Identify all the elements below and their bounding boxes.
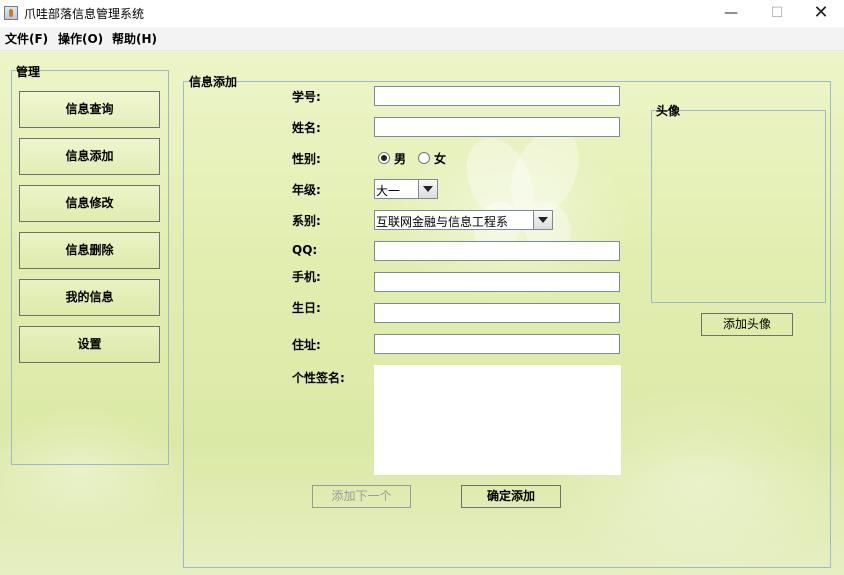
sidebar-item-query[interactable]: 信息查询 [19, 91, 160, 128]
phone-label: 手机: [292, 270, 321, 284]
sidebar-item-settings[interactable]: 设置 [19, 326, 160, 363]
form-title: 信息添加 [189, 75, 238, 89]
grade-label: 年级: [292, 183, 321, 197]
address-input[interactable] [374, 334, 620, 354]
department-select[interactable]: 互联网金融与信息工程系 [374, 210, 553, 230]
menu-help[interactable]: 帮助(H) [112, 30, 157, 47]
java-cup-icon [4, 6, 18, 20]
birthday-label: 生日: [292, 301, 321, 315]
gender-label: 性别: [292, 152, 321, 166]
sidebar-item-modify[interactable]: 信息修改 [19, 185, 160, 222]
menu-bar: 文件(F) 操作(O) 帮助(H) [0, 27, 844, 51]
signature-textarea[interactable] [374, 365, 621, 475]
student-id-input[interactable] [374, 86, 620, 106]
sidebar-title: 管理 [16, 65, 41, 79]
sidebar-item-delete[interactable]: 信息删除 [19, 232, 160, 269]
avatar-title: 头像 [656, 104, 681, 118]
avatar-panel [651, 110, 826, 303]
maximize-button[interactable]: ☐ [754, 0, 800, 27]
qq-input[interactable] [374, 241, 620, 261]
menu-file[interactable]: 文件(F) [5, 30, 48, 47]
sidebar-item-add[interactable]: 信息添加 [19, 138, 160, 175]
minimize-button[interactable]: — [708, 0, 754, 27]
grade-select[interactable]: 大一 [374, 179, 438, 199]
gender-male-radio[interactable] [378, 152, 390, 164]
gender-female-label: 女 [434, 152, 447, 166]
chevron-down-icon[interactable] [418, 180, 437, 198]
birthday-input[interactable] [374, 303, 620, 323]
name-input[interactable] [374, 117, 620, 137]
menu-operate[interactable]: 操作(O) [58, 30, 103, 47]
confirm-add-button[interactable]: 确定添加 [461, 485, 561, 508]
chevron-down-icon[interactable] [533, 211, 552, 229]
grade-selected-value: 大一 [376, 184, 401, 198]
name-label: 姓名: [292, 121, 321, 135]
add-next-button[interactable]: 添加下一个 [312, 485, 411, 508]
window-title: 爪哇部落信息管理系统 [24, 7, 145, 21]
department-selected-value: 互联网金融与信息工程系 [376, 215, 509, 229]
address-label: 住址: [292, 338, 321, 352]
content-area: 管理 信息查询 信息添加 信息修改 信息删除 我的信息 设置 信息添加 学号: … [0, 51, 844, 575]
phone-input[interactable] [374, 272, 620, 292]
sidebar-item-my-info[interactable]: 我的信息 [19, 279, 160, 316]
department-label: 系别: [292, 214, 321, 228]
signature-label: 个性签名: [292, 371, 345, 385]
gender-male-label: 男 [394, 152, 407, 166]
gender-female-radio[interactable] [418, 152, 430, 164]
add-avatar-button[interactable]: 添加头像 [701, 313, 793, 336]
close-button[interactable]: ✕ [798, 0, 844, 27]
student-id-label: 学号: [292, 90, 321, 104]
qq-label: QQ: [292, 243, 318, 257]
title-bar: 爪哇部落信息管理系统 — ☐ ✕ [0, 0, 844, 27]
